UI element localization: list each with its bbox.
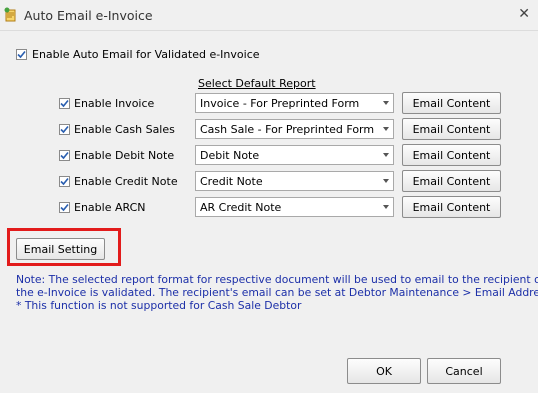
debit-note-report-value: Debit Note bbox=[200, 149, 260, 162]
enable-arcn-label: Enable ARCN bbox=[74, 201, 146, 214]
ok-button[interactable]: OK bbox=[347, 358, 421, 384]
enable-cash-sales-checkbox[interactable] bbox=[59, 124, 70, 135]
credit-note-report-select[interactable]: Credit Note bbox=[195, 171, 394, 191]
button-label: Email Content bbox=[412, 97, 491, 110]
note-text: Note: The selected report format for res… bbox=[16, 273, 538, 312]
note-line-3: * This function is not supported for Cas… bbox=[16, 299, 302, 312]
note-line-2: the e-Invoice is validated. The recipien… bbox=[16, 286, 538, 299]
credit-note-report-value: Credit Note bbox=[200, 175, 263, 188]
button-label: OK bbox=[376, 365, 392, 378]
enable-auto-email-label: Enable Auto Email for Validated e-Invoic… bbox=[32, 48, 260, 61]
enable-cash-sales-label: Enable Cash Sales bbox=[74, 123, 175, 136]
invoice-report-value: Invoice - For Preprinted Form bbox=[200, 97, 360, 110]
chevron-down-icon bbox=[383, 127, 389, 131]
cash-sales-report-select[interactable]: Cash Sale - For Preprinted Form bbox=[195, 119, 394, 139]
invoice-report-select[interactable]: Invoice - For Preprinted Form bbox=[195, 93, 394, 113]
invoice-email-content-button[interactable]: Email Content bbox=[402, 92, 501, 114]
enable-arcn-checkbox[interactable] bbox=[59, 202, 70, 213]
enable-debit-note-checkbox[interactable] bbox=[59, 150, 70, 161]
enable-invoice-label: Enable Invoice bbox=[74, 97, 155, 110]
enable-credit-note-label: Enable Credit Note bbox=[74, 175, 178, 188]
button-label: Email Setting bbox=[23, 243, 98, 256]
close-icon[interactable]: ✕ bbox=[518, 6, 530, 22]
credit-note-email-content-button[interactable]: Email Content bbox=[402, 170, 501, 192]
window-title: Auto Email e-Invoice bbox=[24, 8, 153, 23]
cash-sales-report-value: Cash Sale - For Preprinted Form bbox=[200, 123, 375, 136]
arcn-report-select[interactable]: AR Credit Note bbox=[195, 197, 394, 217]
enable-debit-note-label: Enable Debit Note bbox=[74, 149, 175, 162]
cancel-button[interactable]: Cancel bbox=[427, 358, 501, 384]
enable-auto-email-checkbox[interactable] bbox=[16, 49, 27, 60]
arcn-report-value: AR Credit Note bbox=[200, 201, 282, 214]
select-default-report-header: Select Default Report bbox=[198, 77, 316, 90]
button-label: Email Content bbox=[412, 175, 491, 188]
button-label: Cancel bbox=[445, 365, 483, 378]
chevron-down-icon bbox=[383, 153, 389, 157]
button-label: Email Content bbox=[412, 149, 491, 162]
debit-note-report-select[interactable]: Debit Note bbox=[195, 145, 394, 165]
enable-credit-note-checkbox[interactable] bbox=[59, 176, 70, 187]
title-bar: Auto Email e-Invoice ✕ bbox=[0, 0, 538, 31]
chevron-down-icon bbox=[383, 179, 389, 183]
email-setting-button[interactable]: Email Setting bbox=[16, 238, 105, 260]
app-icon bbox=[4, 7, 18, 23]
button-label: Email Content bbox=[412, 201, 491, 214]
debit-note-email-content-button[interactable]: Email Content bbox=[402, 144, 501, 166]
enable-invoice-checkbox[interactable] bbox=[59, 98, 70, 109]
cash-sales-email-content-button[interactable]: Email Content bbox=[402, 118, 501, 140]
arcn-email-content-button[interactable]: Email Content bbox=[402, 196, 501, 218]
chevron-down-icon bbox=[383, 101, 389, 105]
note-line-1: Note: The selected report format for res… bbox=[16, 273, 538, 286]
button-label: Email Content bbox=[412, 123, 491, 136]
chevron-down-icon bbox=[383, 205, 389, 209]
